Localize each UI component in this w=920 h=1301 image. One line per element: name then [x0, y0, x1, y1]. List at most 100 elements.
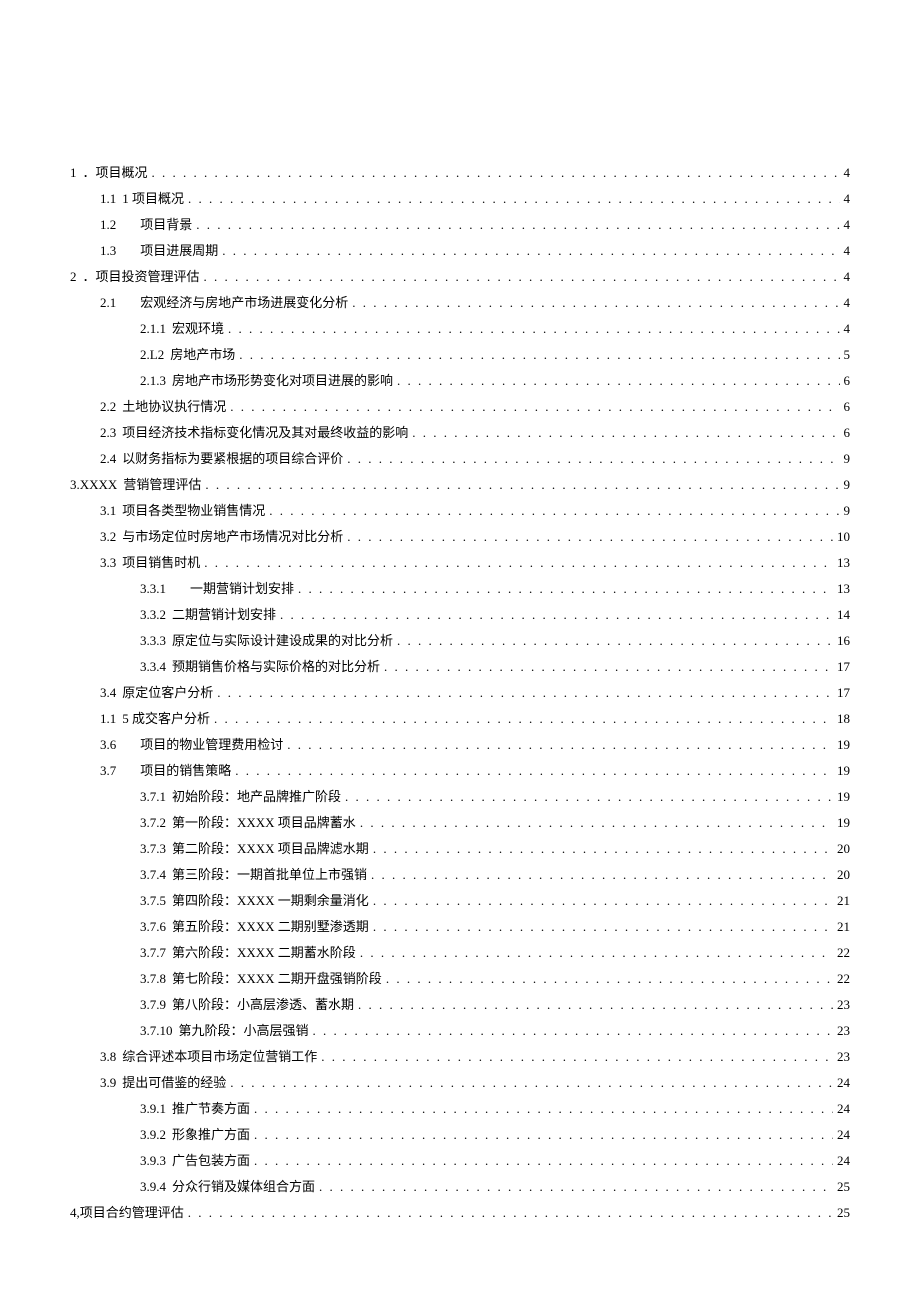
toc-entry-page: 9 — [844, 446, 851, 472]
toc-leader-dots — [373, 888, 833, 914]
toc-entry-page: 21 — [837, 914, 850, 940]
toc-entry-page: 24 — [837, 1148, 850, 1174]
toc-entry-title: 房地产市场形势变化对项目进展的影响 — [172, 373, 393, 388]
toc-entry[interactable]: 3.3项目销售时机13 — [70, 550, 850, 576]
toc-entry-title: 原定位客户分析 — [122, 685, 213, 700]
toc-entry-page: 23 — [837, 1044, 850, 1070]
toc-entry[interactable]: 1.2项目背景 4 — [70, 212, 850, 238]
toc-leader-dots — [358, 992, 833, 1018]
toc-entry-label: 3.9.1推广节奏方面 — [140, 1096, 250, 1122]
toc-entry-number: 3.7.9 — [140, 992, 166, 1018]
toc-entry-page: 19 — [837, 732, 850, 758]
toc-entry-page: 17 — [837, 654, 850, 680]
toc-entry-label: 3.9.3广告包装方面 — [140, 1148, 250, 1174]
toc-entry[interactable]: 3.3.3原定位与实际设计建设成果的对比分析16 — [70, 628, 850, 654]
toc-entry-label: 3.2与市场定位时房地产市场情况对比分析 — [100, 524, 343, 550]
toc-entry[interactable]: 3.7项目的销售策略19 — [70, 758, 850, 784]
toc-entry[interactable]: 2.1宏观经济与房地产市场进展变化分析4 — [70, 290, 850, 316]
toc-entry-page: 13 — [837, 550, 850, 576]
toc-entry[interactable]: 3.7.5第四阶段：XXXX 一期剩余量消化21 — [70, 888, 850, 914]
toc-entry-label: 3.4原定位客户分析 — [100, 680, 213, 706]
toc-entry[interactable]: 1.15 成交客户分析18 — [70, 706, 850, 732]
toc-entry[interactable]: 4,项目合约管理评估 25 — [70, 1200, 850, 1226]
toc-entry-number: 3.7.2 — [140, 810, 166, 836]
toc-entry[interactable]: 2.4以财务指标为要紧根据的项目综合评价9 — [70, 446, 850, 472]
toc-entry[interactable]: 3.7.7第六阶段：XXXX 二期蓄水阶段22 — [70, 940, 850, 966]
toc-entry-number: 3.9.1 — [140, 1096, 166, 1122]
toc-entry[interactable]: 3.3.4预期销售价格与实际价格的对比分析17 — [70, 654, 850, 680]
toc-entry[interactable]: 3.9.4分众行销及媒体组合方面25 — [70, 1174, 850, 1200]
toc-entry-label: 1.2项目背景 — [100, 212, 192, 238]
toc-leader-dots — [254, 1096, 833, 1122]
toc-entry[interactable]: 3.7.3第二阶段：XXXX 项目品牌滤水期20 — [70, 836, 850, 862]
toc-entry-title: 初始阶段：地产品牌推广阶段 — [172, 789, 341, 804]
toc-entry-number: 1.3 — [100, 238, 116, 264]
toc-entry[interactable]: 3.XXXX营销管理评估9 — [70, 472, 850, 498]
toc-entry-title: 第七阶段：XXXX 二期开盘强销阶段 — [172, 971, 382, 986]
toc-entry[interactable]: 2．项目投资管理评估4 — [70, 264, 850, 290]
toc-leader-dots — [254, 1122, 833, 1148]
toc-entry[interactable]: 2.3项目经济技术指标变化情况及其对最终收益的影响6 — [70, 420, 850, 446]
toc-entry[interactable]: 3.9.2形象推广方面24 — [70, 1122, 850, 1148]
toc-entry[interactable]: 3.2与市场定位时房地产市场情况对比分析10 — [70, 524, 850, 550]
toc-leader-dots — [204, 550, 833, 576]
toc-entry-number: 2.4 — [100, 446, 116, 472]
toc-entry-label: 3.7.9第八阶段：小高层渗透、蓄水期 — [140, 992, 354, 1018]
toc-entry[interactable]: 3.7.8第七阶段：XXXX 二期开盘强销阶段22 — [70, 966, 850, 992]
toc-entry-label: 3.7.5第四阶段：XXXX 一期剩余量消化 — [140, 888, 369, 914]
toc-entry[interactable]: 3.9.3广告包装方面 24 — [70, 1148, 850, 1174]
toc-entry-page: 16 — [837, 628, 850, 654]
toc-leader-dots — [204, 264, 840, 290]
toc-entry-number: 3.7.5 — [140, 888, 166, 914]
toc-entry[interactable]: 3.7.2第一阶段：XXXX 项目品牌蓄水19 — [70, 810, 850, 836]
toc-entry[interactable]: 3.8综合评述本项目市场定位营销工作23 — [70, 1044, 850, 1070]
toc-entry[interactable]: 2.2土地协议执行情况6 — [70, 394, 850, 420]
toc-entry-label: 3.3.2二期营销计划安排 — [140, 602, 276, 628]
toc-leader-dots — [360, 810, 833, 836]
toc-entry-page: 4 — [844, 212, 851, 238]
toc-entry[interactable]: 3.7.9第八阶段：小高层渗透、蓄水期23 — [70, 992, 850, 1018]
toc-leader-dots — [280, 602, 833, 628]
toc-entry[interactable]: 3.3.2二期营销计划安排14 — [70, 602, 850, 628]
toc-entry[interactable]: 3.6项目的物业管理费用检讨19 — [70, 732, 850, 758]
toc-leader-dots — [345, 784, 833, 810]
toc-entry-title: 预期销售价格与实际价格的对比分析 — [172, 659, 380, 674]
toc-entry-number: 3.9.3 — [140, 1148, 166, 1174]
toc-entry[interactable]: 3.7.6第五阶段：XXXX 二期别墅渗透期 21 — [70, 914, 850, 940]
toc-entry-title: 与市场定位时房地产市场情况对比分析 — [122, 529, 343, 544]
toc-entry-title: 项目的销售策略 — [140, 763, 231, 778]
toc-entry-number: 3.3.3 — [140, 628, 166, 654]
toc-entry[interactable]: 2.1.3房地产市场形势变化对项目进展的影响6 — [70, 368, 850, 394]
toc-leader-dots — [386, 966, 833, 992]
toc-entry[interactable]: 3.9提出可借鉴的经验24 — [70, 1070, 850, 1096]
toc-entry-title: 1 项目概况 — [122, 191, 184, 206]
toc-entry[interactable]: 3.4原定位客户分析17 — [70, 680, 850, 706]
toc-entry-number: 3.XXXX — [70, 472, 117, 498]
toc-entry-number: 4,项目合约管理评估 — [70, 1200, 184, 1226]
toc-entry-page: 4 — [844, 238, 851, 264]
toc-entry[interactable]: 1.3项目进展周期 4 — [70, 238, 850, 264]
toc-entry[interactable]: 1．项目概况4 — [70, 160, 850, 186]
toc-entry[interactable]: 1.11 项目概况4 — [70, 186, 850, 212]
toc-leader-dots — [360, 940, 833, 966]
toc-entry[interactable]: 3.9.1推广节奏方面24 — [70, 1096, 850, 1122]
toc-entry[interactable]: 3.7.4第三阶段：一期首批单位上市强销20 — [70, 862, 850, 888]
toc-entry-label: 1.3项目进展周期 — [100, 238, 218, 264]
toc-entry[interactable]: 3.7.10第九阶段：小高层强销23 — [70, 1018, 850, 1044]
toc-entry-number: 3.7.7 — [140, 940, 166, 966]
toc-entry-number: 3.9.4 — [140, 1174, 166, 1200]
toc-entry[interactable]: 2.L2房地产市场5 — [70, 342, 850, 368]
toc-entry[interactable]: 2.1.1宏观环境4 — [70, 316, 850, 342]
toc-leader-dots — [230, 1070, 833, 1096]
toc-entry-page: 25 — [837, 1200, 850, 1226]
toc-entry[interactable]: 3.1项目各类型物业销售情况9 — [70, 498, 850, 524]
toc-entry[interactable]: 3.3.1一期营销计划安排13 — [70, 576, 850, 602]
toc-entry-title: ．项目投资管理评估 — [83, 269, 200, 284]
toc-entry[interactable]: 3.7.1初始阶段：地产品牌推广阶段19 — [70, 784, 850, 810]
toc-entry-label: 3.9提出可借鉴的经验 — [100, 1070, 226, 1096]
toc-entry-page: 19 — [837, 810, 850, 836]
toc-entry-label: 3.7.6第五阶段：XXXX 二期别墅渗透期 — [140, 914, 369, 940]
toc-leader-dots — [269, 498, 839, 524]
toc-leader-dots — [347, 524, 833, 550]
table-of-contents: 1．项目概况41.11 项目概况41.2项目背景41.3项目进展周期42．项目投… — [70, 160, 850, 1226]
